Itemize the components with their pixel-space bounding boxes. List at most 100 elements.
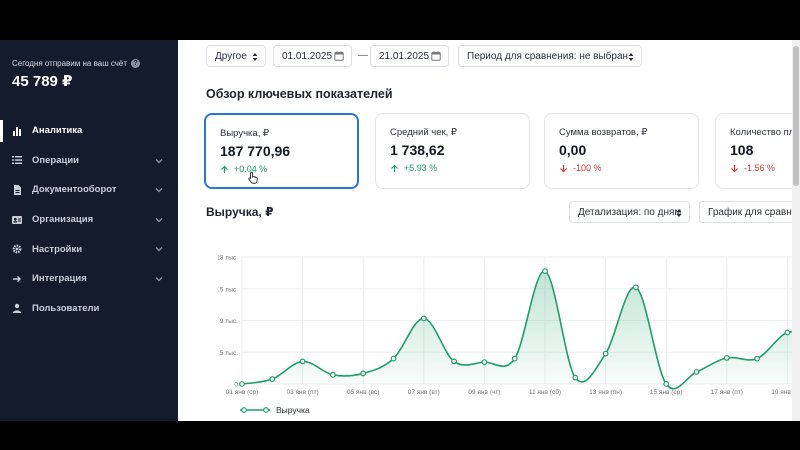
- x-tick-label: 01 янв (ср): [226, 389, 259, 396]
- x-tick-label: 07 янв (вт): [408, 389, 440, 396]
- select-arrows-icon: [628, 53, 634, 61]
- data-point: [269, 376, 276, 382]
- list-icon: [12, 155, 22, 165]
- revenue-line-chart: 0 4.5 тыс. 9 тыс. 13.5 тыс. 18 тыс. 01 янв (с…: [218, 255, 798, 396]
- date-separator: —: [358, 50, 368, 61]
- overview-title: Обзор ключевых показателей: [206, 87, 393, 101]
- x-tick-label: 05 янв (вс): [347, 389, 379, 396]
- arrow-up-icon: [391, 164, 398, 172]
- sidebar-nav: Аналитика Операции Документооборот Орган…: [0, 116, 178, 323]
- data-point: [663, 381, 670, 387]
- sidebar: Сегодня отправим на ваш счёт ? 45 789 ₽ …: [0, 40, 178, 421]
- sidebar-item-operations[interactable]: Операции: [0, 146, 178, 176]
- compare-chart-button[interactable]: График для сравнен: [699, 201, 800, 223]
- kpi-value: 0,00: [559, 142, 587, 158]
- sidebar-item-analytics[interactable]: Аналитика: [0, 116, 178, 146]
- sidebar-item-label: Операции: [32, 154, 80, 166]
- kpi-card-refunds[interactable]: Сумма возвратов, ₽ 0,00 -100 %: [544, 113, 699, 189]
- chevron-down-icon: [155, 277, 163, 282]
- kpi-label: Выручка, ₽: [220, 128, 270, 139]
- y-tick-label: 0: [234, 382, 238, 389]
- data-point: [239, 381, 245, 387]
- kpi-value: 108: [730, 142, 754, 158]
- arrow-down-icon: [560, 164, 567, 172]
- kpi-card-average-check[interactable]: Средний чек, ₽ 1 738,62 +5.93 %: [375, 113, 530, 189]
- gear-icon: [12, 244, 22, 254]
- sidebar-item-label: Настройки: [32, 243, 83, 255]
- app-window: Сегодня отправим на ваш счёт ? 45 789 ₽ …: [0, 40, 800, 421]
- scrollbar-thumb[interactable]: [793, 46, 799, 186]
- y-tick-label: 18 тыс.: [218, 255, 238, 262]
- sidebar-item-label: Документооборот: [32, 184, 117, 196]
- kpi-delta: +0.04 %: [220, 164, 267, 174]
- data-point: [390, 355, 397, 362]
- date-to-input[interactable]: 21.01.2025: [370, 45, 449, 67]
- sidebar-item-label: Пользователи: [32, 302, 100, 314]
- balance-amount: 45 789 ₽: [12, 73, 73, 90]
- kpi-card-revenue[interactable]: Выручка, ₽ 187 770,96 +0.04 %: [204, 113, 359, 189]
- sidebar-item-documents[interactable]: Документооборот: [0, 175, 178, 205]
- arrow-down-icon: [731, 164, 738, 172]
- sidebar-item-integration[interactable]: Интеграция: [0, 264, 178, 294]
- id-card-icon: [12, 215, 22, 225]
- help-icon[interactable]: ?: [131, 59, 141, 68]
- period-select[interactable]: Другое: [206, 45, 266, 67]
- legend-label: Выручка: [276, 405, 310, 415]
- calendar-icon[interactable]: [334, 51, 344, 61]
- data-point: [572, 374, 579, 381]
- chevron-down-icon: [155, 158, 163, 164]
- detail-select[interactable]: Детализация: по дням: [569, 201, 690, 223]
- y-tick-label: 9 тыс.: [220, 318, 238, 325]
- select-arrows-icon: [252, 53, 258, 61]
- y-tick-label: 4.5 тыс.: [218, 350, 238, 357]
- data-point: [633, 284, 639, 291]
- kpi-value: 1 738,62: [390, 142, 445, 158]
- page-scrollbar[interactable]: [792, 40, 800, 421]
- data-point: [451, 358, 458, 365]
- x-tick-label: 13 янв (пн): [589, 389, 622, 396]
- chevron-down-icon: [155, 247, 163, 252]
- kpi-delta-value: -100 %: [573, 163, 602, 173]
- kpi-delta-value: +5.93 %: [404, 163, 438, 173]
- sidebar-item-organization[interactable]: Организация: [0, 205, 178, 235]
- kpi-value: 187 770,96: [220, 143, 291, 159]
- kpi-delta: -100 %: [559, 163, 602, 173]
- kpi-card-payments-count[interactable]: Количество пл 108 -1.56 %: [715, 113, 800, 189]
- date-to-value: 21.01.2025: [379, 50, 430, 62]
- date-from-value: 01.01.2025: [282, 50, 333, 62]
- legend-line-marker: [240, 407, 270, 413]
- select-arrows-icon: [676, 209, 682, 217]
- arrow-right-icon: [12, 274, 22, 284]
- mouse-cursor-icon: [248, 171, 258, 184]
- data-point: [754, 355, 760, 362]
- document-icon: [12, 184, 22, 195]
- data-point: [784, 329, 791, 336]
- sidebar-item-label: Организация: [32, 214, 94, 226]
- compare-period-value: Период для сравнения: не выбран: [467, 50, 629, 62]
- x-tick-label: 09 янв (чт): [468, 389, 500, 396]
- data-point: [329, 371, 336, 378]
- kpi-label: Сумма возвратов, ₽: [559, 127, 648, 138]
- chevron-down-icon: [155, 188, 163, 193]
- sidebar-item-users[interactable]: Пользователи: [0, 294, 178, 324]
- data-point: [420, 315, 427, 322]
- kpi-delta: +5.93 %: [390, 163, 437, 173]
- chevron-down-icon: [155, 217, 163, 223]
- kpi-delta: -1.56 %: [730, 163, 775, 173]
- kpi-delta-value: -1.56 %: [744, 163, 776, 173]
- bar-chart-icon: [12, 126, 22, 136]
- data-point: [360, 370, 367, 377]
- date-from-input[interactable]: 01.01.2025: [273, 45, 352, 67]
- sidebar-item-settings[interactable]: Настройки: [0, 234, 178, 264]
- chart-legend[interactable]: Выручка: [240, 405, 310, 415]
- data-point: [481, 359, 488, 366]
- data-point: [693, 369, 700, 375]
- compare-period-select[interactable]: Период для сравнения: не выбран: [458, 45, 642, 67]
- arrow-up-icon: [221, 165, 228, 173]
- data-point: [542, 268, 548, 275]
- calendar-icon[interactable]: [431, 51, 441, 61]
- revenue-chart-title: Выручка, ₽: [206, 205, 274, 219]
- balance-label-row: Сегодня отправим на ваш счёт ?: [12, 59, 141, 68]
- period-select-value: Другое: [215, 50, 247, 62]
- x-tick-label: 03 янв (пт): [286, 389, 318, 396]
